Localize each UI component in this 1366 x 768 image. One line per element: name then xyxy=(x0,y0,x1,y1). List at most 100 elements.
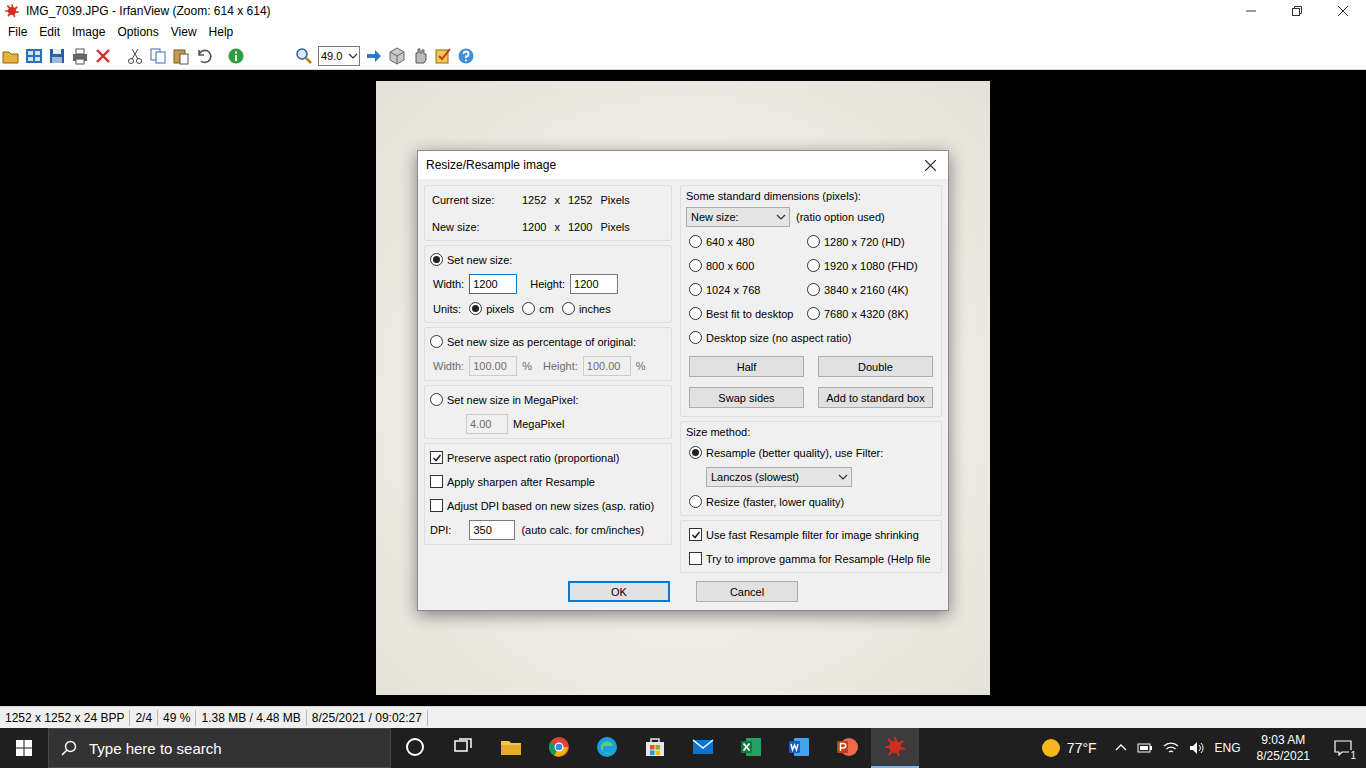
taskbar-app[interactable] xyxy=(727,728,775,768)
megapixel-input[interactable] xyxy=(466,414,508,434)
taskbar-app[interactable] xyxy=(823,728,871,768)
percentage-radio[interactable]: Set new size as percentage of original: xyxy=(430,335,636,348)
taskbar-app[interactable] xyxy=(583,728,631,768)
save-icon[interactable] xyxy=(48,47,66,65)
checkbox[interactable] xyxy=(430,451,443,464)
language-indicator[interactable]: ENG xyxy=(1215,741,1241,755)
checkbox-option[interactable]: Preserve aspect ratio (proportional) xyxy=(430,451,619,464)
standard-size-radio[interactable]: Best fit to desktop xyxy=(689,307,793,320)
radio-button[interactable] xyxy=(689,259,702,272)
radio-button[interactable] xyxy=(689,331,702,344)
percent-height-input[interactable] xyxy=(583,356,631,376)
megapixel-radio[interactable]: Set new size in MegaPixel: xyxy=(430,393,578,406)
standard-size-radio[interactable]: 1024 x 768 xyxy=(689,283,760,296)
tray-chevron-icon[interactable] xyxy=(1115,742,1127,754)
checkbox[interactable] xyxy=(689,552,702,565)
taskbar-app[interactable] xyxy=(775,728,823,768)
resize-radio[interactable]: Resize (faster, lower quality) xyxy=(689,495,844,508)
check-icon[interactable] xyxy=(434,47,452,65)
standard-size-radio[interactable]: 800 x 600 xyxy=(689,259,754,272)
size-button[interactable]: Swap sides xyxy=(689,387,804,408)
menu-item[interactable]: File xyxy=(2,23,33,41)
dialog-button[interactable]: Cancel xyxy=(696,581,798,602)
dpi-input[interactable] xyxy=(469,520,515,540)
search-box[interactable]: Type here to search xyxy=(48,728,391,768)
weather[interactable]: 77°F xyxy=(1041,738,1105,758)
minimize-button[interactable] xyxy=(1228,0,1274,22)
restore-button[interactable] xyxy=(1274,0,1320,22)
width-input[interactable] xyxy=(469,274,517,294)
checkbox[interactable] xyxy=(430,475,443,488)
checkbox-option[interactable]: Try to improve gamma for Resample (Help … xyxy=(689,552,931,565)
standard-size-radio[interactable]: 3840 x 2160 (4K) xyxy=(807,283,908,296)
clock[interactable]: 9:03 AM8/25/2021 xyxy=(1251,732,1316,764)
unit-radio[interactable]: inches xyxy=(562,302,611,315)
radio-button[interactable] xyxy=(689,495,702,508)
unit-radio[interactable]: cm xyxy=(522,302,554,315)
radio-button[interactable] xyxy=(807,307,820,320)
standard-size-radio[interactable]: 1920 x 1080 (FHD) xyxy=(807,259,918,272)
menu-item[interactable]: View xyxy=(165,23,203,41)
radio-button[interactable] xyxy=(469,302,482,315)
dialog-button[interactable]: OK xyxy=(568,581,670,602)
open-icon[interactable] xyxy=(2,47,20,65)
start-button[interactable] xyxy=(0,728,48,768)
percent-width-input[interactable] xyxy=(469,356,517,376)
radio-button[interactable] xyxy=(562,302,575,315)
taskbar-app[interactable] xyxy=(487,728,535,768)
zoom-icon[interactable] xyxy=(295,47,313,65)
radio-button[interactable] xyxy=(689,235,702,248)
menu-item[interactable]: Options xyxy=(111,23,164,41)
size-button[interactable]: Add to standard box xyxy=(818,387,933,408)
checkbox[interactable] xyxy=(689,528,702,541)
zoom-combo[interactable]: 49.0 xyxy=(318,46,360,66)
radio-button[interactable] xyxy=(430,335,443,348)
size-button[interactable]: Half xyxy=(689,356,804,377)
radio-button[interactable] xyxy=(807,259,820,272)
print-icon[interactable] xyxy=(71,47,89,65)
undo-icon[interactable] xyxy=(195,47,213,65)
radio-button[interactable] xyxy=(807,235,820,248)
taskbar-app[interactable] xyxy=(871,728,919,768)
taskbar-app[interactable] xyxy=(679,728,727,768)
standard-size-radio[interactable]: 7680 x 4320 (8K) xyxy=(807,307,908,320)
volume-icon[interactable] xyxy=(1189,741,1205,755)
standard-size-select[interactable]: New size: xyxy=(686,207,790,227)
thumbs-icon[interactable] xyxy=(25,47,43,65)
checkbox-option[interactable]: Apply sharpen after Resample xyxy=(430,475,595,488)
radio-button[interactable] xyxy=(430,393,443,406)
hand-icon[interactable] xyxy=(411,47,429,65)
taskbar-app[interactable] xyxy=(391,728,439,768)
set-new-size-radio[interactable]: Set new size: xyxy=(430,253,512,266)
standard-size-radio[interactable]: Desktop size (no aspect ratio) xyxy=(689,331,852,344)
wifi-icon[interactable] xyxy=(1163,741,1179,755)
unit-radio[interactable]: pixels xyxy=(469,302,514,315)
menu-item[interactable]: Image xyxy=(66,23,111,41)
standard-size-radio[interactable]: 1280 x 720 (HD) xyxy=(807,235,905,248)
radio-button[interactable] xyxy=(689,307,702,320)
help-icon[interactable] xyxy=(457,47,475,65)
taskbar-app[interactable] xyxy=(439,728,487,768)
delete-icon[interactable] xyxy=(94,47,112,65)
close-button[interactable] xyxy=(1320,0,1366,22)
resample-radio[interactable]: Resample (better quality), use Filter: xyxy=(689,446,883,459)
paste-icon[interactable] xyxy=(172,47,190,65)
menu-item[interactable]: Edit xyxy=(33,23,66,41)
checkbox-option[interactable]: Adjust DPI based on new sizes (asp. rati… xyxy=(430,499,654,512)
height-input[interactable] xyxy=(570,274,618,294)
checkbox-option[interactable]: Use fast Resample filter for image shrin… xyxy=(689,528,919,541)
cube-icon[interactable] xyxy=(388,47,406,65)
radio-button[interactable] xyxy=(689,283,702,296)
size-button[interactable]: Double xyxy=(818,356,933,377)
copy-icon[interactable] xyxy=(149,47,167,65)
checkbox[interactable] xyxy=(430,499,443,512)
filter-select[interactable]: Lanczos (slowest) xyxy=(706,467,852,487)
cut-icon[interactable] xyxy=(126,47,144,65)
next-icon[interactable] xyxy=(365,47,383,65)
radio-button[interactable] xyxy=(689,446,702,459)
radio-button[interactable] xyxy=(522,302,535,315)
radio-button[interactable] xyxy=(430,253,443,266)
menu-item[interactable]: Help xyxy=(203,23,240,41)
radio-button[interactable] xyxy=(807,283,820,296)
notification-button[interactable]: 1 xyxy=(1326,728,1360,768)
